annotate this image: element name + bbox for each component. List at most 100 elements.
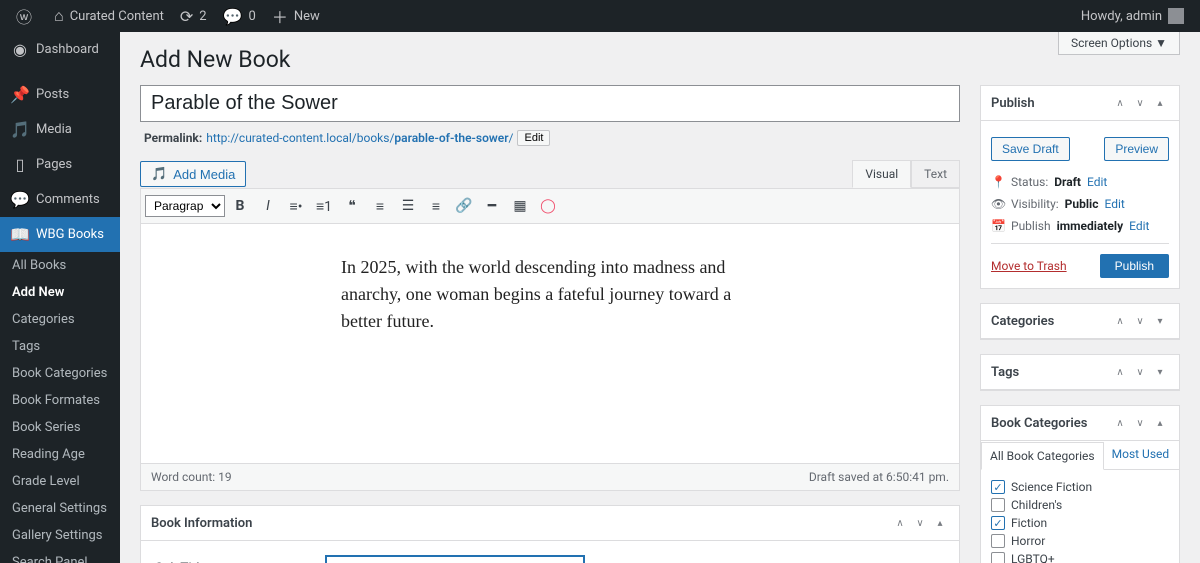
box-up-button[interactable]: ∧	[1111, 414, 1129, 432]
avatar	[1168, 8, 1184, 24]
box-down-button[interactable]: ∨	[911, 514, 929, 532]
new-content-link[interactable]: ＋New	[264, 0, 328, 32]
sidebar-item-comments[interactable]: 💬Comments	[0, 182, 120, 217]
align-right-button[interactable]: ≡	[423, 193, 449, 219]
sidebar-sub-book-categories[interactable]: Book Categories	[0, 360, 120, 387]
comment-icon: 💬	[10, 190, 30, 209]
numbered-list-button[interactable]: ≡1	[311, 193, 337, 219]
visibility-edit-link[interactable]: Edit	[1104, 197, 1124, 211]
category-item[interactable]: ✓ Fiction	[991, 514, 1169, 532]
tags-box-title: Tags	[991, 365, 1019, 380]
draft-saved-status: Draft saved at 6:50:41 pm.	[809, 470, 949, 484]
screen-options-button[interactable]: Screen Options ▼	[1058, 32, 1180, 55]
extra-button[interactable]: ◯	[535, 193, 561, 219]
box-toggle-button[interactable]: ▾	[1151, 363, 1169, 381]
box-down-button[interactable]: ∨	[1131, 94, 1149, 112]
category-label: Children's	[1011, 498, 1062, 512]
site-name-label: Curated Content	[70, 9, 164, 24]
category-label: Science Fiction	[1011, 480, 1092, 494]
box-down-button[interactable]: ∨	[1131, 312, 1149, 330]
format-select[interactable]: Paragraph	[145, 195, 225, 217]
link-button[interactable]: 🔗	[451, 193, 477, 219]
checkbox[interactable]	[991, 498, 1005, 512]
howdy-label: Howdy, admin	[1081, 9, 1162, 24]
tab-all-categories[interactable]: All Book Categories	[981, 442, 1104, 470]
box-toggle-button[interactable]: ▴	[1151, 94, 1169, 112]
media-icon: 🎵	[10, 120, 30, 139]
category-item[interactable]: Children's	[991, 496, 1169, 514]
box-up-button[interactable]: ∧	[1111, 363, 1129, 381]
sidebar-sub-add-new[interactable]: Add New	[0, 279, 120, 306]
permalink-edit-button[interactable]: Edit	[517, 130, 550, 146]
sidebar-sub-book-series[interactable]: Book Series	[0, 414, 120, 441]
sidebar-item-dashboard[interactable]: ◉Dashboard	[0, 32, 120, 67]
sidebar-item-media[interactable]: 🎵Media	[0, 112, 120, 147]
sidebar-sub-search-panel-settings[interactable]: Search Panel Settings	[0, 549, 120, 563]
checkbox[interactable]: ✓	[991, 516, 1005, 530]
sidebar-sub-reading-age[interactable]: Reading Age	[0, 441, 120, 468]
category-label: Fiction	[1011, 516, 1047, 530]
post-title-input[interactable]	[140, 85, 960, 122]
box-toggle-button[interactable]: ▾	[1151, 312, 1169, 330]
pin-icon: 📌	[10, 85, 30, 104]
sidebar-item-posts[interactable]: 📌Posts	[0, 77, 120, 112]
sidebar-item-wbg-books[interactable]: 📖WBG Books	[0, 217, 120, 252]
bold-button[interactable]: B	[227, 193, 253, 219]
box-toggle-button[interactable]: ▴	[931, 514, 949, 532]
blockquote-button[interactable]: ❝	[339, 193, 365, 219]
save-draft-button[interactable]: Save Draft	[991, 137, 1070, 161]
category-item[interactable]: LGBTQ+	[991, 550, 1169, 563]
box-up-button[interactable]: ∧	[1111, 94, 1129, 112]
box-down-button[interactable]: ∨	[1131, 414, 1149, 432]
sidebar-sub-general-settings[interactable]: General Settings	[0, 495, 120, 522]
permalink-link[interactable]: http://curated-content.local/books/parab…	[206, 131, 513, 145]
schedule-edit-link[interactable]: Edit	[1129, 219, 1149, 233]
comments-link[interactable]: 💬0	[215, 0, 264, 32]
subtitle-input[interactable]	[325, 555, 585, 563]
site-name-link[interactable]: ⌂Curated Content	[46, 0, 172, 32]
updates-link[interactable]: ⟳2	[172, 0, 215, 32]
editor-content-area[interactable]: In 2025, with the world descending into …	[140, 224, 960, 464]
category-item[interactable]: Horror	[991, 532, 1169, 550]
tab-most-used[interactable]: Most Used	[1104, 441, 1178, 469]
sidebar-sub-all-books[interactable]: All Books	[0, 252, 120, 279]
tab-text[interactable]: Text	[911, 160, 960, 188]
book-categories-box-title: Book Categories	[991, 416, 1087, 431]
dashboard-icon: ◉	[10, 40, 30, 59]
preview-button[interactable]: Preview	[1104, 137, 1169, 161]
move-to-trash-link[interactable]: Move to Trash	[991, 259, 1067, 273]
sidebar-sub-gallery-settings[interactable]: Gallery Settings	[0, 522, 120, 549]
toolbar-toggle-button[interactable]: ▦	[507, 193, 533, 219]
visibility-icon: 👁	[991, 197, 1005, 211]
sidebar-item-pages[interactable]: ▯Pages	[0, 147, 120, 182]
account-link[interactable]: Howdy, admin	[1073, 0, 1192, 32]
book-info-title: Book Information	[151, 516, 252, 531]
sidebar-sub-book-formates[interactable]: Book Formates	[0, 387, 120, 414]
calendar-icon: 📅	[991, 219, 1005, 233]
add-media-button[interactable]: 🎵Add Media	[140, 161, 246, 187]
publish-button[interactable]: Publish	[1100, 254, 1169, 278]
status-icon: 📍	[991, 175, 1005, 189]
wp-logo[interactable]: ⓦ	[8, 0, 46, 32]
tab-visual[interactable]: Visual	[852, 160, 911, 188]
sidebar-sub-tags[interactable]: Tags	[0, 333, 120, 360]
box-up-button[interactable]: ∧	[891, 514, 909, 532]
sidebar-sub-grade-level[interactable]: Grade Level	[0, 468, 120, 495]
bullet-list-button[interactable]: ≡•	[283, 193, 309, 219]
box-down-button[interactable]: ∨	[1131, 363, 1149, 381]
sidebar-sub-categories[interactable]: Categories	[0, 306, 120, 333]
align-left-button[interactable]: ≡	[367, 193, 393, 219]
category-item[interactable]: ✓ Science Fiction	[991, 478, 1169, 496]
box-up-button[interactable]: ∧	[1111, 312, 1129, 330]
checkbox[interactable]: ✓	[991, 480, 1005, 494]
page-title: Add New Book	[140, 46, 1180, 73]
italic-button[interactable]: I	[255, 193, 281, 219]
status-edit-link[interactable]: Edit	[1087, 175, 1107, 189]
read-more-button[interactable]: ━	[479, 193, 505, 219]
align-center-button[interactable]: ☰	[395, 193, 421, 219]
comments-count: 0	[249, 9, 256, 24]
checkbox[interactable]	[991, 552, 1005, 563]
box-toggle-button[interactable]: ▴	[1151, 414, 1169, 432]
checkbox[interactable]	[991, 534, 1005, 548]
word-count: Word count: 19	[151, 470, 232, 484]
